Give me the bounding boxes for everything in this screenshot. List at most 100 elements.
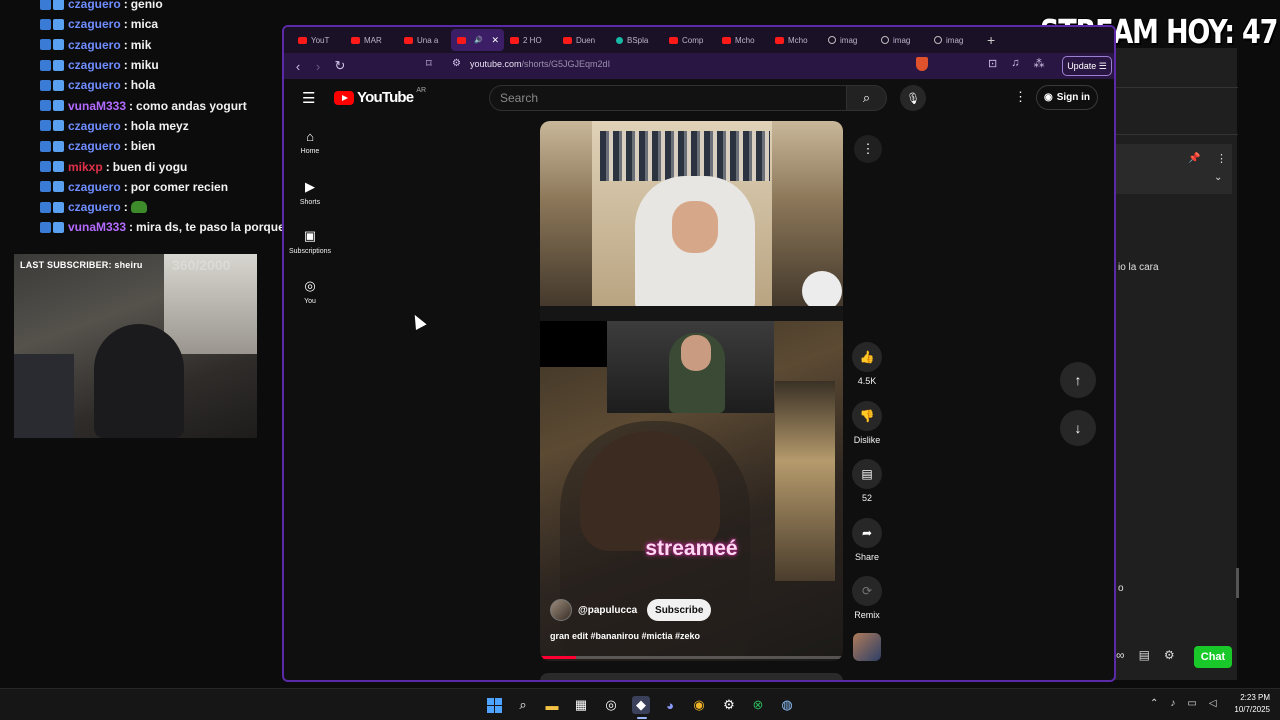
channel-avatar[interactable] — [550, 599, 572, 621]
chevron-up-icon[interactable]: ⌃ — [1150, 698, 1158, 709]
chat-username[interactable]: vunaM333 — [68, 99, 126, 113]
back-icon[interactable]: ‹ — [288, 59, 308, 74]
settings-icon[interactable]: ⚙ — [1164, 648, 1175, 662]
audio-playing-icon[interactable]: 🔊 — [474, 36, 483, 44]
obs-icon[interactable]: ◎ — [602, 696, 620, 714]
search-button[interactable]: ⌕ — [847, 85, 887, 111]
screenshot-icon[interactable]: ⊡ — [988, 57, 997, 70]
player-menu-button[interactable]: ⋮ — [854, 135, 882, 163]
bookmark-icon[interactable]: ⌑ — [426, 57, 432, 70]
sign-in-button[interactable]: ◉ Sign in — [1036, 85, 1098, 110]
browser-tab[interactable]: Una a — [398, 29, 451, 51]
sidebar-item-subscriptions[interactable]: ▣ Subscriptions — [284, 228, 336, 255]
store-icon[interactable]: ▦ — [572, 696, 590, 714]
site-info-icon[interactable]: ⚙ — [452, 58, 461, 69]
network-icon[interactable]: ▭ — [1187, 698, 1196, 709]
youtube-logo[interactable]: YouTube AR — [334, 87, 426, 106]
sound-avatar[interactable] — [853, 633, 881, 661]
media-icon[interactable]: ♫ — [1011, 57, 1019, 70]
comments-button[interactable]: ▤ — [852, 459, 882, 489]
you-icon: ◎ — [304, 278, 316, 293]
settings-icon[interactable]: ⚙ — [720, 696, 738, 714]
badge-icon — [53, 39, 64, 51]
link-icon[interactable]: ∞ — [1116, 648, 1125, 662]
brave-shields-icon[interactable] — [916, 57, 928, 71]
system-tray: ⌃ ♪ ▭ ◁ — [1150, 698, 1217, 709]
subscribe-button[interactable]: Subscribe — [647, 599, 712, 621]
browser-tab[interactable]: YouT — [292, 29, 345, 51]
steam-icon[interactable]: ◍ — [778, 696, 796, 714]
voice-search-button[interactable]: 🎙 — [900, 85, 926, 111]
badge-icon — [40, 140, 51, 152]
badge-icon — [53, 161, 64, 173]
previous-short-button[interactable]: ↑ — [1060, 362, 1096, 398]
discord-icon[interactable]: ◕ — [661, 696, 679, 714]
settings-menu-icon[interactable]: ⋮ — [1014, 89, 1027, 105]
video-clothes — [600, 131, 770, 181]
clock[interactable]: 2:23 PM 10/7/2025 — [1226, 692, 1270, 716]
microphone-icon: 🎙 — [906, 92, 920, 105]
more-options-icon[interactable]: ⋮ — [1216, 152, 1227, 165]
browser-tab[interactable]: MAR — [345, 29, 398, 51]
search-input[interactable] — [489, 85, 847, 111]
microphone-icon[interactable]: ♪ — [1170, 698, 1175, 709]
browser-tab[interactable]: BSpla — [610, 29, 663, 51]
browser-tab[interactable]: imag — [875, 29, 928, 51]
share-button[interactable]: ➦ — [852, 518, 882, 548]
pin-icon[interactable]: 📌 — [1188, 153, 1200, 164]
sidebar-item-home[interactable]: ⌂ Home — [284, 129, 336, 155]
forward-icon[interactable]: › — [308, 59, 328, 74]
chat-username[interactable]: czaguero — [68, 180, 121, 194]
like-action: 👍 4.5K — [847, 342, 887, 386]
chat-username[interactable]: czaguero — [68, 119, 121, 133]
like-button[interactable]: 👍 — [852, 342, 882, 372]
close-tab-icon[interactable]: ✕ — [491, 35, 499, 46]
chat-username[interactable]: czaguero — [68, 139, 121, 153]
chat-separator: : — [123, 17, 128, 32]
sidebar-item-shorts[interactable]: ▶ Shorts — [284, 179, 336, 206]
chat-username[interactable]: czaguero — [68, 78, 121, 92]
new-tab-icon[interactable]: + — [987, 32, 995, 48]
browser-tab[interactable]: imag — [928, 29, 981, 51]
channel-handle[interactable]: @papulucca — [578, 605, 637, 616]
chevron-down-icon[interactable]: ⌄ — [1214, 172, 1222, 183]
chat-username[interactable]: mikxp — [68, 160, 103, 174]
next-short-button[interactable]: ↓ — [1060, 410, 1096, 446]
shorts-player[interactable]: streameé @papulucca Subscribe gran edit … — [540, 121, 843, 661]
chat-username[interactable]: czaguero — [68, 200, 121, 214]
browser-tab[interactable]: Comp — [663, 29, 716, 51]
browser-tab[interactable]: 2 HO — [504, 29, 557, 51]
file-explorer-icon[interactable]: ▬ — [543, 696, 561, 714]
store-icon[interactable]: ▤ — [1139, 648, 1150, 662]
browser-tab[interactable]: Mcho — [716, 29, 769, 51]
browser-tab[interactable]: Duen — [557, 29, 610, 51]
volume-icon[interactable]: ◁ — [1209, 698, 1217, 709]
chrome-icon[interactable]: ◉ — [690, 696, 708, 714]
sidebar-item-you[interactable]: ◎ You — [284, 278, 336, 305]
scrollbar[interactable] — [1236, 568, 1239, 598]
url-field[interactable]: youtube.com/shorts/G5JGJEqm2dI — [470, 59, 610, 69]
extensions-icon[interactable]: ⁂ — [1033, 57, 1044, 70]
browser-tab[interactable]: Mcho — [769, 29, 822, 51]
video-progress-bar[interactable] — [540, 656, 843, 659]
remix-icon: ⟳ — [861, 584, 873, 598]
browser-icon[interactable]: ◆ — [632, 696, 650, 714]
start-button[interactable] — [485, 696, 503, 714]
chat-username[interactable]: czaguero — [68, 38, 121, 52]
menu-icon[interactable]: ☰ — [302, 89, 315, 107]
chat-button[interactable]: Chat — [1194, 646, 1232, 668]
video-description[interactable]: gran edit #bananirou #mictia #zeko — [550, 631, 700, 641]
reload-icon[interactable]: ↻ — [330, 58, 350, 74]
browser-tab[interactable]: imag — [822, 29, 875, 51]
search-icon[interactable]: ⌕ — [514, 696, 532, 714]
chat-username[interactable]: czaguero — [68, 17, 121, 31]
xbox-icon[interactable]: ⊗ — [749, 696, 767, 714]
remix-button[interactable]: ⟳ — [852, 576, 882, 606]
chat-username[interactable]: vunaM333 — [68, 220, 126, 234]
dislike-button[interactable]: 👎 — [852, 401, 882, 431]
badge-icon — [53, 100, 64, 112]
chat-username[interactable]: czaguero — [68, 58, 121, 72]
browser-tab[interactable]: 🔊 ✕ — [451, 29, 504, 51]
chat-username[interactable]: czaguero — [68, 0, 121, 11]
update-button[interactable]: Update ☰ — [1062, 56, 1112, 76]
